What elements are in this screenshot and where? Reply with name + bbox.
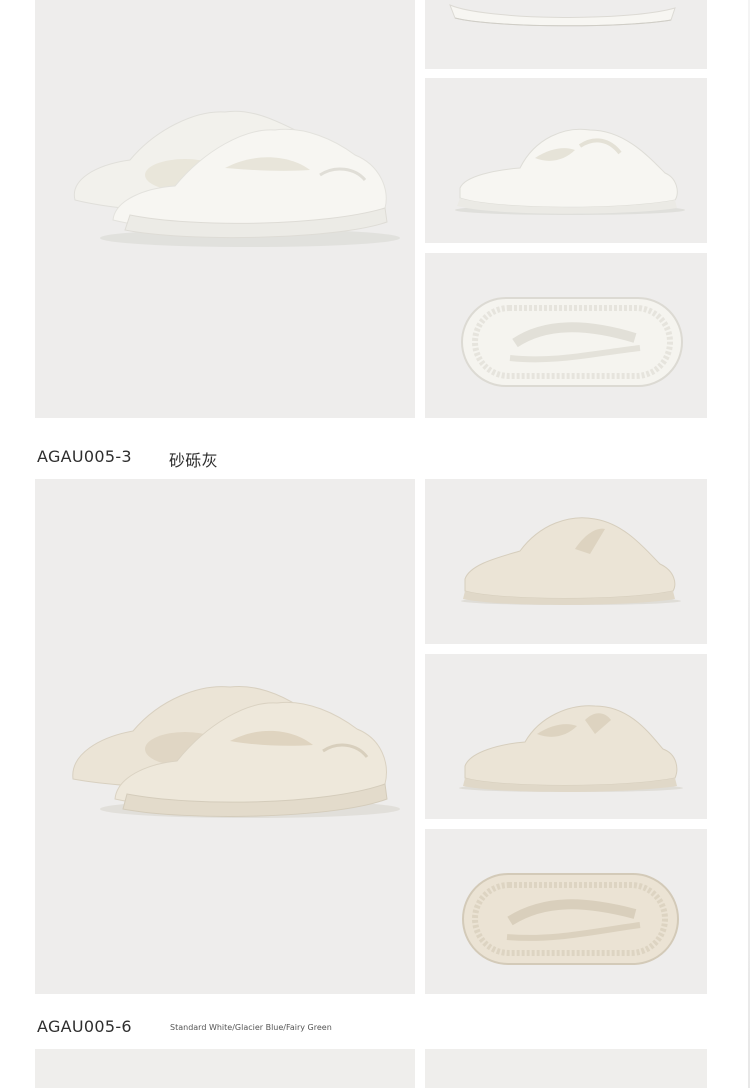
- next-slide-pair-photo[interactable]: [35, 1049, 415, 1088]
- grey-slide-angle-photo[interactable]: [425, 654, 707, 819]
- grey-slide-sole-photo[interactable]: [425, 829, 707, 994]
- section-code-label: AGAU005-3: [37, 447, 132, 466]
- section-color-label: Standard White/Glacier Blue/Fairy Green: [170, 1023, 332, 1032]
- section-color-label: 砂砾灰: [169, 451, 218, 470]
- white-slide-angle-photo[interactable]: [425, 78, 707, 243]
- white-slide-pair-photo[interactable]: [35, 0, 415, 418]
- grey-slide-pair-photo[interactable]: [35, 479, 415, 994]
- next-slide-side-photo[interactable]: [425, 1049, 707, 1088]
- section-code-label: AGAU005-6: [37, 1017, 132, 1036]
- white-slide-side-photo[interactable]: [425, 0, 707, 69]
- white-slide-sole-photo[interactable]: [425, 253, 707, 418]
- grey-slide-side-photo[interactable]: [425, 479, 707, 644]
